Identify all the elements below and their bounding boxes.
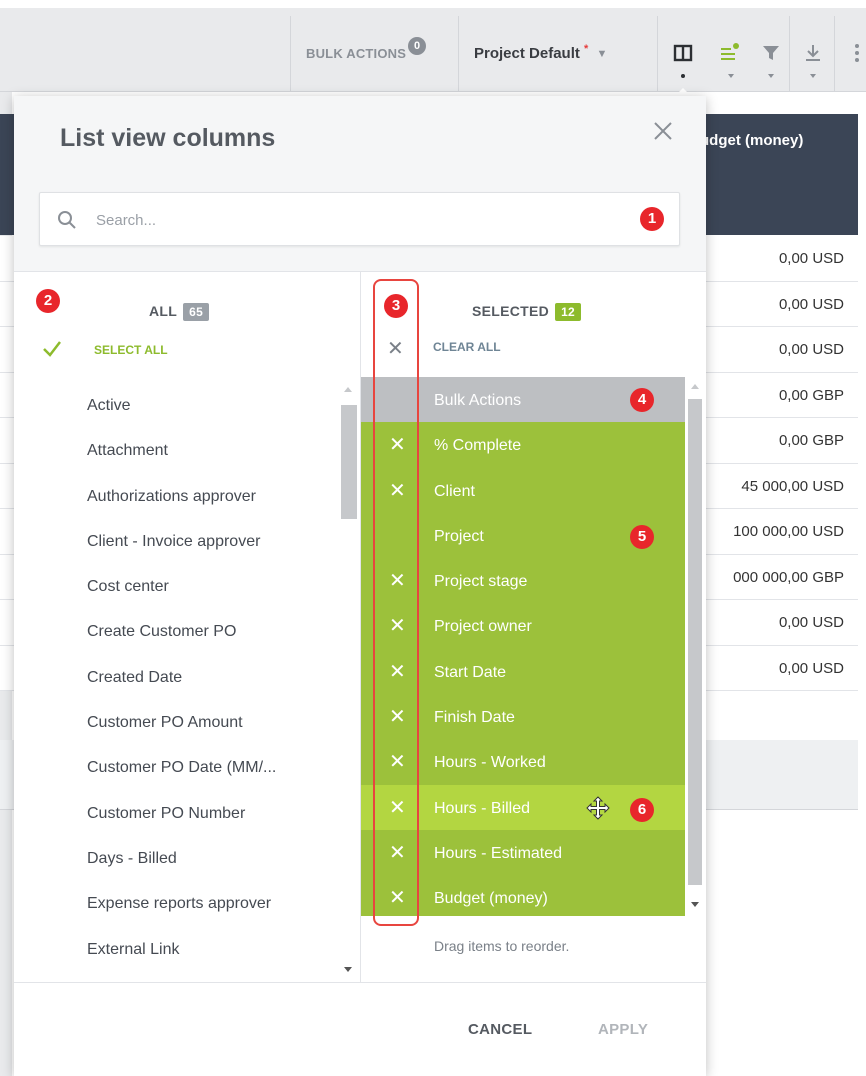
budget-cell: 0,00 USD xyxy=(778,250,844,267)
dialog-header: List view columns 1 xyxy=(14,96,706,272)
budget-cell: 0,00 GBP xyxy=(778,386,844,404)
view-selector[interactable]: Project Default * ▼ xyxy=(474,43,608,62)
annotation-marker-1: 1 xyxy=(640,207,664,231)
remove-buttons-highlight xyxy=(373,279,419,926)
all-columns-header: ALL 65 xyxy=(149,303,210,321)
budget-cell: 0,00 USD xyxy=(778,659,844,677)
list-item[interactable]: Days - Billed xyxy=(14,834,360,879)
scrollbar-thumb[interactable] xyxy=(688,399,702,885)
list-item[interactable]: Customer PO Number xyxy=(14,789,360,834)
all-columns-count: 65 xyxy=(183,303,210,321)
budget-cell: 100 000,00 USD xyxy=(733,523,844,540)
search-input[interactable] xyxy=(96,205,616,235)
selected-column-label: Project owner xyxy=(434,618,532,636)
list-item[interactable]: Customer PO Date (MM/... xyxy=(14,743,360,788)
list-item[interactable]: Customer PO Amount xyxy=(14,698,360,743)
apply-button[interactable]: APPLY xyxy=(598,1021,648,1038)
list-item[interactable]: Active xyxy=(14,381,360,426)
available-columns-list: Active Attachment Authorizations approve… xyxy=(14,381,360,981)
search-icon xyxy=(58,211,76,229)
selected-column-label: Finish Date xyxy=(434,709,515,727)
list-item[interactable]: Create Customer PO xyxy=(14,607,360,652)
selected-column-label: Start Date xyxy=(434,663,507,681)
toolbar-separator xyxy=(290,16,291,92)
bulk-actions-count: 0 xyxy=(408,37,427,55)
selected-columns-count: 12 xyxy=(555,303,582,321)
top-toolbar: BULK ACTIONS 0 Project Default * ▼ xyxy=(0,8,866,92)
annotation-marker-6: 6 xyxy=(630,798,654,822)
list-item[interactable]: Created Date xyxy=(14,653,360,698)
selected-column-label: Budget (money) xyxy=(434,890,548,908)
budget-cell: 0,00 GBP xyxy=(778,432,844,449)
scroll-up-arrow[interactable] xyxy=(344,387,352,392)
budget-cell: 0,00 USD xyxy=(778,614,844,631)
selected-list-scrollbar[interactable] xyxy=(685,377,705,916)
column-header-budget[interactable]: udget (money) xyxy=(700,132,803,149)
filter-icon[interactable] xyxy=(760,42,782,64)
search-box: 1 xyxy=(39,192,680,246)
toolbar-separator xyxy=(789,16,790,92)
bulk-actions-label: BULK ACTIONS xyxy=(306,46,407,61)
list-item[interactable]: Attachment xyxy=(14,426,360,471)
bulk-actions-button[interactable]: BULK ACTIONS 0 xyxy=(306,37,427,64)
annotation-marker-4: 4 xyxy=(630,388,654,412)
annotation-marker-2: 2 xyxy=(36,289,60,313)
dropdown-caret xyxy=(768,74,774,78)
selected-columns-header: SELECTED 12 xyxy=(472,303,582,321)
selected-column-label: Client xyxy=(434,482,475,500)
selected-column-label: Project stage xyxy=(434,573,528,591)
budget-cell: 45 000,00 USD xyxy=(741,477,844,495)
list-item[interactable]: Client - Invoice approver xyxy=(14,517,360,562)
selected-column-label: Hours - Worked xyxy=(434,754,546,772)
selected-column-label: Project xyxy=(434,527,484,545)
selected-column-label: Hours - Estimated xyxy=(434,844,563,862)
drag-hint: Drag items to reorder. xyxy=(434,938,570,954)
move-cursor-icon xyxy=(586,795,610,820)
dropdown-caret xyxy=(810,74,816,78)
budget-cell: 000 000,00 GBP xyxy=(733,568,844,586)
chevron-down-icon: ▼ xyxy=(596,48,608,60)
selected-columns-label: SELECTED xyxy=(472,303,550,319)
budget-cell: 0,00 USD xyxy=(778,341,844,358)
selected-column-label: Hours - Billed xyxy=(434,799,531,817)
download-icon[interactable] xyxy=(802,42,824,64)
select-all-label: SELECT ALL xyxy=(94,343,168,357)
clear-all-label: CLEAR ALL xyxy=(433,340,501,354)
list-item[interactable]: External Link xyxy=(14,925,360,970)
toolbar-separator xyxy=(458,16,459,92)
scroll-down-arrow[interactable] xyxy=(691,902,699,907)
selected-column-label: % Complete xyxy=(434,437,522,455)
dropdown-caret xyxy=(728,74,734,78)
cancel-button[interactable]: CANCEL xyxy=(468,1021,532,1038)
dialog-title: List view columns xyxy=(60,124,276,152)
active-indicator xyxy=(681,74,685,78)
view-name: Project Default xyxy=(474,45,580,62)
columns-icon[interactable] xyxy=(672,42,694,64)
list-item[interactable]: Expense reports approver xyxy=(14,879,360,924)
close-icon[interactable] xyxy=(650,118,676,144)
checkmark-icon xyxy=(43,341,61,357)
list-item[interactable]: Cost center xyxy=(14,562,360,607)
scroll-down-arrow[interactable] xyxy=(344,967,352,972)
all-columns-label: ALL xyxy=(149,303,178,319)
budget-cell: 0,00 USD xyxy=(778,295,844,313)
more-icon[interactable] xyxy=(846,42,866,64)
toolbar-separator xyxy=(834,16,835,92)
required-marker: * xyxy=(584,43,589,55)
available-list-scrollbar[interactable] xyxy=(339,381,359,981)
list-view-columns-dialog: List view columns 1 2 ALL65 SELECT ALL A… xyxy=(14,96,706,1076)
list-settings-icon[interactable] xyxy=(719,42,741,64)
list-item[interactable]: Authorizations approver xyxy=(14,472,360,517)
toolbar-separator xyxy=(657,16,658,92)
selected-column-label: Bulk Actions xyxy=(434,392,522,409)
annotation-marker-5: 5 xyxy=(630,525,654,549)
scroll-up-arrow[interactable] xyxy=(691,384,699,389)
dialog-footer: CANCEL APPLY xyxy=(14,982,706,1076)
scrollbar-thumb[interactable] xyxy=(341,405,357,519)
